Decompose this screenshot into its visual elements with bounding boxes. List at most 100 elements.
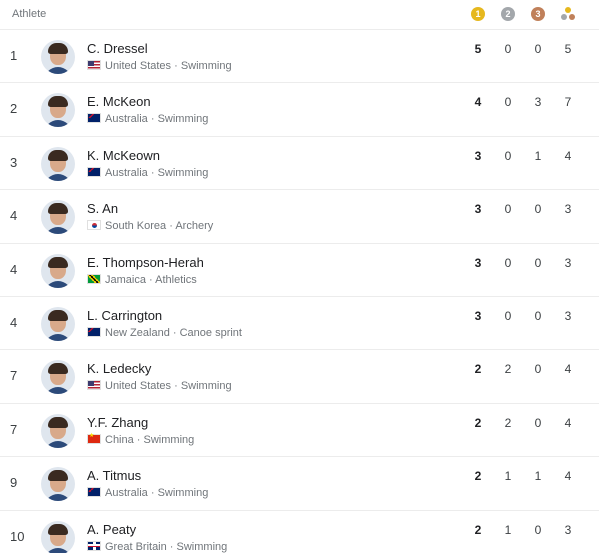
athlete-avatar xyxy=(41,253,75,288)
athlete-row[interactable]: 1 C. Dressel United States · Swimming 5 … xyxy=(0,30,599,84)
gold-count: 3 xyxy=(474,148,482,163)
silver-count: 0 xyxy=(504,42,512,56)
bronze-count: 1 xyxy=(534,469,542,484)
bronze-count: 1 xyxy=(534,148,542,163)
au-flag-icon xyxy=(87,113,101,124)
athlete-meta: Australia · Swimming xyxy=(87,487,208,500)
kr-flag-icon xyxy=(87,220,101,231)
total-count: 3 xyxy=(564,255,572,270)
total-count: 3 xyxy=(564,309,572,323)
us-flag-icon xyxy=(87,380,101,391)
athlete-country: Australia xyxy=(105,113,148,126)
gold-count: 5 xyxy=(474,42,482,56)
athlete-row[interactable]: 3 K. McKeown Australia · Swimming 3 0 1 … xyxy=(0,137,599,191)
bronze-count: 0 xyxy=(534,202,542,217)
athlete-country: South Korea xyxy=(105,220,167,233)
meta-separator: · xyxy=(147,113,158,126)
silver-count: 2 xyxy=(504,415,512,430)
bronze-count: 0 xyxy=(534,255,542,270)
rank: 7 xyxy=(10,421,18,437)
au-flag-icon xyxy=(87,166,101,177)
total-count: 3 xyxy=(564,202,572,217)
athlete-row[interactable]: 2 E. McKeon Australia · Swimming 4 0 3 7 xyxy=(0,83,599,137)
gold-medal-icon[interactable]: 1 xyxy=(471,7,485,21)
silver-count: 0 xyxy=(504,309,512,323)
athlete-row[interactable]: 7 K. Ledecky United States · Swimming 2 … xyxy=(0,350,599,404)
athlete-sport: Swimming xyxy=(176,540,228,553)
athlete-country: Australia xyxy=(105,487,148,500)
athlete-row[interactable]: 7 Y.F. Zhang China · Swimming 2 2 0 4 xyxy=(0,404,599,458)
total-count: 4 xyxy=(564,415,572,430)
athlete-name[interactable]: E. McKeon xyxy=(87,94,151,109)
bronze-count: 0 xyxy=(534,362,542,377)
athlete-country: China xyxy=(105,433,134,446)
rank: 9 xyxy=(10,475,18,491)
athlete-name[interactable]: C. Dressel xyxy=(87,41,148,56)
rank: 4 xyxy=(10,261,18,277)
silver-count: 0 xyxy=(504,255,512,270)
total-count: 4 xyxy=(564,362,572,377)
meta-separator: · xyxy=(133,433,144,446)
total-count: 3 xyxy=(564,522,572,537)
silver-count: 2 xyxy=(504,362,512,377)
bronze-count: 0 xyxy=(534,522,542,537)
athlete-name[interactable]: K. Ledecky xyxy=(87,361,151,376)
athlete-avatar xyxy=(41,307,75,341)
athlete-country: Great Britain xyxy=(105,540,167,553)
athlete-name[interactable]: A. Peaty xyxy=(87,522,136,537)
athlete-name[interactable]: S. An xyxy=(87,201,118,216)
meta-separator: · xyxy=(147,487,158,500)
rank: 4 xyxy=(10,315,18,330)
athlete-sport: Swimming xyxy=(157,166,209,179)
athlete-country: Jamaica xyxy=(105,273,146,286)
athlete-row[interactable]: 9 A. Titmus Australia · Swimming 2 1 1 4 xyxy=(0,457,599,511)
athlete-avatar xyxy=(41,200,75,235)
gold-count: 2 xyxy=(474,469,482,484)
athlete-name[interactable]: A. Titmus xyxy=(87,468,141,483)
bronze-count: 0 xyxy=(534,415,542,430)
bronze-count: 0 xyxy=(534,42,542,56)
athlete-row[interactable]: 4 E. Thompson-Herah Jamaica · Athletics … xyxy=(0,244,599,297)
total-medals-icon[interactable] xyxy=(561,6,575,22)
bronze-medal-icon[interactable]: 3 xyxy=(531,7,545,21)
silver-count: 0 xyxy=(504,202,512,217)
athlete-sport: Swimming xyxy=(143,433,195,446)
athlete-meta: New Zealand · Canoe sprint xyxy=(87,327,242,340)
athlete-sport: Swimming xyxy=(157,487,209,500)
athlete-avatar xyxy=(41,467,75,502)
gold-count: 3 xyxy=(474,202,482,217)
athlete-row[interactable]: 4 S. An South Korea · Archery 3 0 0 3 xyxy=(0,190,599,244)
athlete-name[interactable]: E. Thompson-Herah xyxy=(87,255,204,270)
silver-count: 1 xyxy=(504,469,512,484)
total-count: 4 xyxy=(564,469,572,484)
nz-flag-icon xyxy=(87,327,101,337)
cn-flag-icon xyxy=(87,432,101,444)
athlete-row[interactable]: 4 L. Carrington New Zealand · Canoe spri… xyxy=(0,297,599,351)
total-count: 4 xyxy=(564,148,572,163)
athlete-column-header[interactable]: Athlete xyxy=(12,8,46,20)
au-flag-icon xyxy=(87,487,101,498)
athlete-name[interactable]: K. McKeown xyxy=(87,148,160,163)
meta-separator: · xyxy=(166,220,176,233)
meta-separator: · xyxy=(145,273,156,286)
athlete-meta: United States · Swimming xyxy=(87,60,232,73)
gold-count: 2 xyxy=(474,362,482,377)
silver-medal-icon[interactable]: 2 xyxy=(501,7,515,21)
athlete-meta: South Korea · Archery xyxy=(87,220,213,233)
athlete-sport: Canoe sprint xyxy=(179,327,242,339)
silver-count: 0 xyxy=(504,95,512,110)
athlete-name[interactable]: Y.F. Zhang xyxy=(87,415,148,430)
bronze-count: 3 xyxy=(534,95,542,110)
rank: 1 xyxy=(10,48,18,63)
gb-flag-icon xyxy=(87,540,101,551)
athlete-row[interactable]: 10 A. Peaty Great Britain · Swimming 2 1… xyxy=(0,511,599,553)
total-count: 5 xyxy=(564,42,572,56)
silver-count: 0 xyxy=(504,148,512,163)
athlete-avatar xyxy=(41,146,75,181)
athlete-name[interactable]: L. Carrington xyxy=(87,308,162,323)
athlete-country: United States xyxy=(105,380,172,393)
gold-count: 2 xyxy=(474,522,482,537)
athlete-country: Australia xyxy=(105,166,148,179)
athlete-avatar xyxy=(41,413,75,448)
athlete-meta: Australia · Swimming xyxy=(87,166,209,180)
